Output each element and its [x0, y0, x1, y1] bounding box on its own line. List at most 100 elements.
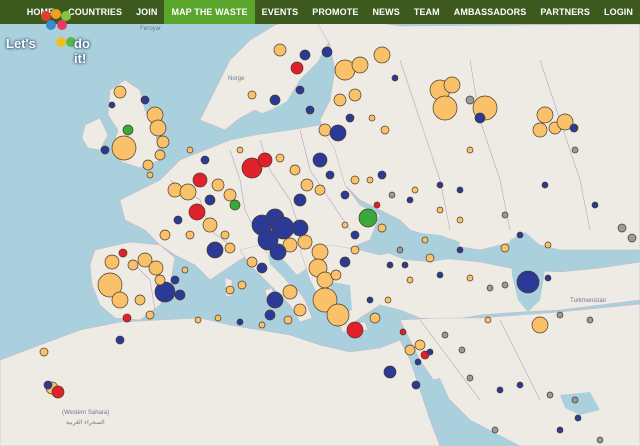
map-marker-orange[interactable]: [258, 321, 266, 329]
map-marker-orange[interactable]: [275, 153, 285, 163]
map-marker-orange[interactable]: [104, 254, 120, 270]
map-marker-blue[interactable]: [269, 94, 281, 106]
map-marker-orange[interactable]: [297, 234, 313, 250]
map-marker-blue[interactable]: [340, 190, 350, 200]
nav-promote[interactable]: PROMOTE: [305, 0, 365, 24]
map-marker-red[interactable]: [122, 313, 132, 323]
waste-map[interactable]: (Western Sahara) الصحراء الغربية Turkmen…: [0, 0, 640, 446]
map-marker-blue[interactable]: [541, 181, 549, 189]
map-marker-gray[interactable]: [466, 374, 474, 382]
map-marker-blue[interactable]: [383, 365, 397, 379]
map-marker-blue[interactable]: [204, 194, 216, 206]
map-marker-gray[interactable]: [388, 191, 396, 199]
map-marker-orange[interactable]: [411, 186, 419, 194]
map-marker-gray[interactable]: [546, 391, 554, 399]
map-marker-orange[interactable]: [326, 303, 350, 327]
map-marker-blue[interactable]: [544, 274, 552, 282]
map-marker-blue[interactable]: [115, 335, 125, 345]
map-marker-orange[interactable]: [142, 159, 154, 171]
map-marker-orange[interactable]: [236, 146, 244, 154]
map-marker-blue[interactable]: [496, 386, 504, 394]
map-marker-orange[interactable]: [237, 280, 247, 290]
map-marker-blue[interactable]: [299, 49, 311, 61]
map-marker-green[interactable]: [358, 208, 378, 228]
map-marker-blue[interactable]: [200, 155, 210, 165]
map-marker-orange[interactable]: [300, 178, 314, 192]
map-marker-blue[interactable]: [456, 186, 464, 194]
map-marker-orange[interactable]: [414, 339, 426, 351]
map-marker-orange[interactable]: [316, 271, 334, 289]
map-marker-orange[interactable]: [289, 164, 301, 176]
map-marker-orange[interactable]: [531, 316, 549, 334]
map-marker-orange[interactable]: [185, 230, 195, 240]
map-marker-orange[interactable]: [406, 276, 414, 284]
nav-team[interactable]: TEAM: [407, 0, 447, 24]
map-marker-blue[interactable]: [108, 101, 116, 109]
map-marker-blue[interactable]: [366, 296, 374, 304]
map-marker-orange[interactable]: [377, 223, 387, 233]
map-marker-orange[interactable]: [443, 76, 461, 94]
map-marker-blue[interactable]: [325, 170, 335, 180]
map-marker-orange[interactable]: [318, 123, 332, 137]
map-marker-green[interactable]: [122, 124, 134, 136]
map-marker-orange[interactable]: [148, 260, 164, 276]
map-marker-blue[interactable]: [516, 381, 524, 389]
map-marker-blue[interactable]: [436, 271, 444, 279]
map-marker-blue[interactable]: [305, 105, 315, 115]
map-marker-blue[interactable]: [170, 275, 180, 285]
map-marker-orange[interactable]: [194, 316, 202, 324]
map-marker-red[interactable]: [290, 61, 304, 75]
map-marker-blue[interactable]: [329, 124, 347, 142]
map-marker-orange[interactable]: [225, 285, 235, 295]
map-marker-red[interactable]: [188, 203, 206, 221]
map-marker-blue[interactable]: [414, 358, 422, 366]
map-marker-orange[interactable]: [544, 241, 552, 249]
map-marker-orange[interactable]: [111, 291, 129, 309]
map-marker-blue[interactable]: [516, 270, 540, 294]
map-marker-orange[interactable]: [145, 310, 155, 320]
map-marker-red[interactable]: [373, 201, 381, 209]
nav-join[interactable]: JOIN: [129, 0, 164, 24]
map-marker-orange[interactable]: [220, 230, 230, 240]
map-marker-gray[interactable]: [596, 436, 604, 444]
map-marker-orange[interactable]: [39, 347, 49, 357]
map-marker-orange[interactable]: [159, 229, 171, 241]
map-marker-blue[interactable]: [206, 241, 224, 259]
map-marker-orange[interactable]: [154, 274, 166, 286]
map-marker-blue[interactable]: [321, 46, 333, 58]
map-marker-orange[interactable]: [282, 284, 298, 300]
map-marker-orange[interactable]: [311, 243, 329, 261]
map-marker-blue[interactable]: [377, 170, 387, 180]
map-marker-orange[interactable]: [351, 56, 369, 74]
nav-ambassadors[interactable]: AMBASSADORS: [447, 0, 534, 24]
map-marker-gray[interactable]: [441, 331, 449, 339]
map-marker-blue[interactable]: [569, 123, 579, 133]
map-marker-orange[interactable]: [368, 114, 376, 122]
map-marker-blue[interactable]: [264, 309, 276, 321]
map-marker-blue[interactable]: [295, 85, 305, 95]
map-marker-orange[interactable]: [156, 135, 170, 149]
map-marker-orange[interactable]: [314, 184, 326, 196]
map-marker-gray[interactable]: [465, 95, 475, 105]
map-marker-orange[interactable]: [350, 245, 360, 255]
lets-do-it-logo[interactable]: Let's do it!: [4, 6, 104, 66]
map-marker-blue[interactable]: [411, 380, 421, 390]
map-marker-orange[interactable]: [211, 178, 225, 192]
map-marker-orange[interactable]: [179, 183, 197, 201]
nav-partners[interactable]: PARTNERS: [533, 0, 597, 24]
map-marker-red[interactable]: [346, 321, 364, 339]
map-marker-orange[interactable]: [532, 122, 548, 138]
map-marker-orange[interactable]: [436, 206, 444, 214]
map-marker-gray[interactable]: [617, 223, 627, 233]
map-marker-orange[interactable]: [384, 296, 392, 304]
map-marker-orange[interactable]: [484, 316, 492, 324]
map-marker-gray[interactable]: [571, 146, 579, 154]
map-marker-gray[interactable]: [571, 396, 579, 404]
map-marker-blue[interactable]: [456, 246, 464, 254]
map-marker-gray[interactable]: [586, 316, 594, 324]
map-marker-red[interactable]: [257, 152, 273, 168]
map-marker-blue[interactable]: [256, 262, 268, 274]
map-marker-orange[interactable]: [369, 312, 381, 324]
nav-map-the-waste[interactable]: MAP THE WASTE: [164, 0, 255, 24]
map-marker-orange[interactable]: [333, 93, 347, 107]
